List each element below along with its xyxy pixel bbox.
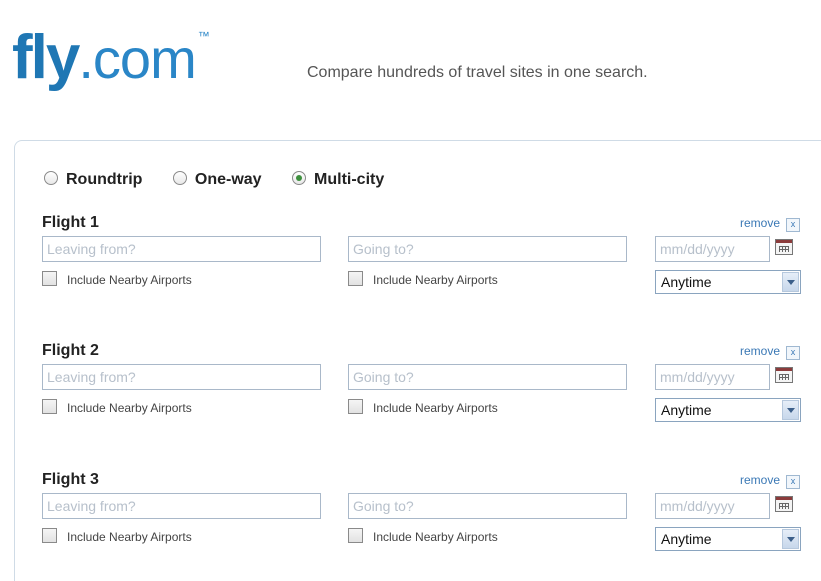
remove-label: remove [739, 216, 780, 230]
remove-label: remove [739, 473, 780, 487]
nearby-airports-label: Include Nearby Airports [373, 530, 498, 544]
radio-one-way[interactable] [172, 171, 187, 185]
flight-3-leaving-from-input[interactable] [42, 493, 321, 519]
flight-3-time-select[interactable]: Anytime [655, 527, 801, 551]
calendar-icon[interactable] [775, 496, 793, 512]
trip-type-roundtrip[interactable]: Roundtrip [44, 170, 142, 190]
tagline: Compare hundreds of travel sites in one … [307, 64, 648, 81]
flight-1-going-to-input[interactable] [348, 236, 627, 262]
flight-3-nearby-from-checkbox[interactable]: Include Nearby Airports [42, 528, 192, 546]
chevron-down-icon[interactable] [782, 400, 799, 420]
trip-type-roundtrip-label: Roundtrip [66, 171, 143, 188]
logo-dotcom-text: .com [78, 27, 196, 90]
chevron-down-icon[interactable] [782, 529, 799, 549]
nearby-airports-label: Include Nearby Airports [67, 273, 192, 287]
trip-type-one-way-label: One-way [194, 171, 262, 188]
checkbox[interactable] [348, 528, 363, 543]
time-select-value: Anytime [661, 274, 712, 290]
flight-1-section: Flight 1 removex Include Nearby Airports… [42, 214, 812, 314]
radio-roundtrip[interactable] [44, 171, 58, 185]
flight-2-date-input[interactable] [655, 364, 770, 390]
chevron-down-icon[interactable] [782, 272, 799, 292]
flight-3-nearby-to-checkbox[interactable]: Include Nearby Airports [348, 528, 498, 546]
flight-2-time-select[interactable]: Anytime [655, 398, 801, 422]
flight-1-nearby-from-checkbox[interactable]: Include Nearby Airports [42, 271, 192, 289]
fly-com-logo[interactable]: fly.com ™ [12, 18, 210, 98]
flight-1-remove-link[interactable]: remove x [740, 216, 800, 232]
calendar-icon[interactable] [775, 367, 793, 383]
logo-trademark: ™ [197, 29, 210, 43]
close-icon[interactable]: x [786, 218, 800, 232]
calendar-icon[interactable] [775, 239, 793, 255]
flight-1-nearby-to-checkbox[interactable]: Include Nearby Airports [348, 271, 498, 289]
checkbox[interactable] [348, 271, 363, 286]
flight-1-title: Flight 1 [42, 214, 99, 231]
time-select-value: Anytime [661, 402, 712, 418]
trip-type-one-way[interactable]: One-way [172, 170, 262, 190]
flight-2-nearby-to-checkbox[interactable]: Include Nearby Airports [348, 399, 498, 417]
flight-2-leaving-from-input[interactable] [42, 364, 321, 390]
flight-3-title: Flight 3 [42, 471, 99, 488]
flight-1-time-select[interactable]: Anytime [655, 270, 801, 294]
flight-1-date-input[interactable] [655, 236, 770, 262]
flight-2-nearby-from-checkbox[interactable]: Include Nearby Airports [42, 399, 192, 417]
checkbox[interactable] [348, 399, 363, 414]
checkbox[interactable] [42, 399, 57, 414]
flight-2-going-to-input[interactable] [348, 364, 627, 390]
nearby-airports-label: Include Nearby Airports [67, 401, 192, 415]
nearby-airports-label: Include Nearby Airports [373, 401, 498, 415]
time-select-value: Anytime [661, 531, 712, 547]
checkbox[interactable] [42, 271, 57, 286]
logo-fly-text: fly [12, 23, 80, 92]
nearby-airports-label: Include Nearby Airports [67, 530, 192, 544]
flight-3-date-input[interactable] [655, 493, 770, 519]
page: fly.com ™ Compare hundreds of travel site… [0, 0, 821, 581]
flight-2-remove-link[interactable]: remove x [740, 344, 800, 360]
flight-3-section: Flight 3 removex Include Nearby Airports… [42, 471, 812, 571]
nearby-airports-label: Include Nearby Airports [373, 273, 498, 287]
trip-type-multi-city[interactable]: Multi-city [292, 170, 384, 190]
radio-multi-city[interactable] [292, 171, 307, 185]
remove-label: remove [739, 344, 780, 358]
flight-1-leaving-from-input[interactable] [42, 236, 321, 262]
flight-3-going-to-input[interactable] [348, 493, 627, 519]
close-icon[interactable]: x [786, 475, 800, 489]
flight-3-remove-link[interactable]: remove x [740, 473, 800, 489]
checkbox[interactable] [42, 528, 57, 543]
trip-type-multi-city-label: Multi-city [314, 171, 385, 188]
flight-2-title: Flight 2 [42, 342, 99, 359]
close-icon[interactable]: x [786, 346, 800, 360]
trip-type-selector: Roundtrip One-way Multi-city [44, 170, 410, 190]
flight-2-section: Flight 2 removex Include Nearby Airports… [42, 342, 812, 442]
